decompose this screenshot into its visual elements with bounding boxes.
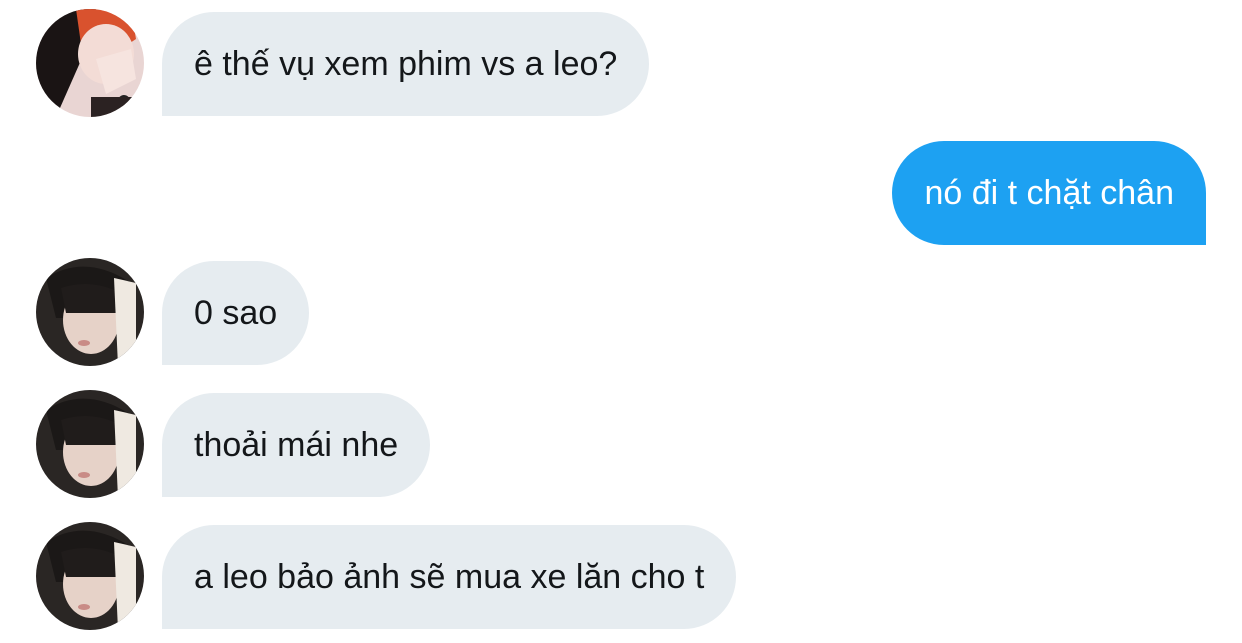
sender-avatar-dark-hair[interactable]	[36, 390, 144, 498]
sender-avatar-dark-hair[interactable]	[36, 258, 144, 366]
message-bubble-incoming[interactable]: thoải mái nhe	[162, 393, 431, 497]
message-bubble-incoming[interactable]: 0 sao	[162, 261, 310, 365]
message-bubble-incoming[interactable]: ê thế vụ xem phim vs a leo?	[162, 12, 650, 116]
message-text: 0 sao	[194, 293, 278, 332]
sender-avatar-red-hair[interactable]	[36, 9, 144, 117]
message-text: nó đi t chặt chân	[924, 173, 1174, 212]
message-bubble-outgoing[interactable]: nó đi t chặt chân	[892, 141, 1206, 245]
sender-avatar-dark-hair[interactable]	[36, 522, 144, 630]
message-text: thoải mái nhe	[194, 425, 399, 464]
message-bubble-incoming[interactable]: a leo bảo ảnh sẽ mua xe lăn cho t	[162, 525, 737, 629]
message-text: ê thế vụ xem phim vs a leo?	[194, 44, 618, 83]
message-text: a leo bảo ảnh sẽ mua xe lăn cho t	[194, 557, 705, 596]
